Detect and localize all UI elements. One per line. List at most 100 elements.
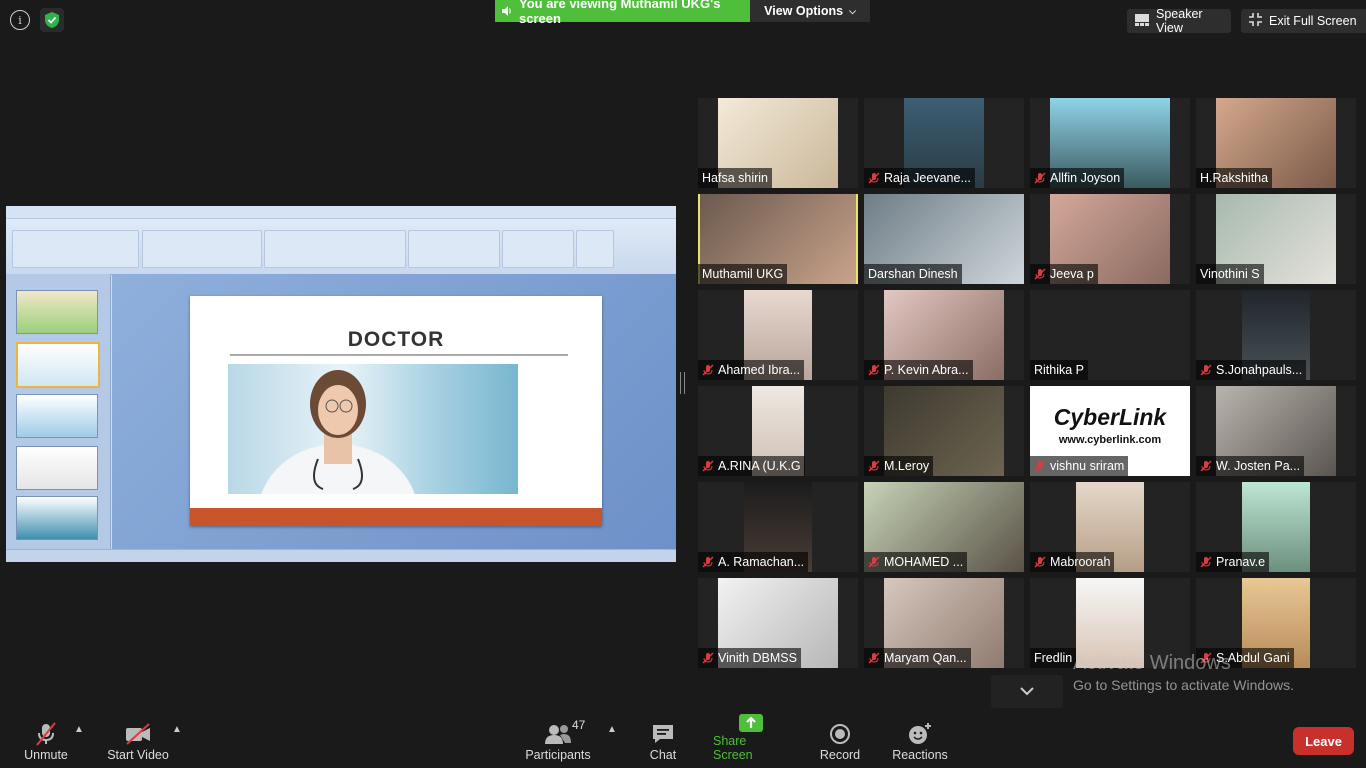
participant-name-tag: S.Jonahpauls... xyxy=(1196,360,1307,380)
participant-tile[interactable]: P. Kevin Abra... xyxy=(864,290,1024,380)
participant-name-tag: Ahamed Ibra... xyxy=(698,360,804,380)
activate-windows-subtitle: Go to Settings to activate Windows. xyxy=(1073,677,1294,693)
participant-name-tag: P. Kevin Abra... xyxy=(864,360,973,380)
participant-name: Raja Jeevane... xyxy=(884,171,971,185)
encryption-shield-icon[interactable] xyxy=(40,8,64,32)
meeting-info-icon[interactable]: i xyxy=(10,10,30,30)
participant-name-tag: M.Leroy xyxy=(864,456,934,476)
participant-name-tag: vishnu sriram xyxy=(1030,456,1129,476)
participant-name: A.RINA (U.K.G xyxy=(718,459,801,473)
participant-tile[interactable]: Darshan Dinesh xyxy=(864,194,1024,284)
participant-tile[interactable]: Muthamil UKG xyxy=(698,194,858,284)
reactions-button[interactable]: Reactions xyxy=(890,712,950,768)
speaker-view-icon xyxy=(1135,13,1149,29)
participants-label: Participants xyxy=(525,748,591,762)
chat-bubble-icon xyxy=(651,720,675,748)
participant-name-tag: A.RINA (U.K.G xyxy=(698,456,805,476)
participant-tile[interactable]: A. Ramachan... xyxy=(698,482,858,572)
slide-thumbnail[interactable] xyxy=(16,394,98,438)
participant-name-tag: W. Josten Pa... xyxy=(1196,456,1305,476)
chat-label: Chat xyxy=(649,748,677,762)
microphone-muted-icon xyxy=(33,720,59,748)
participant-name: Allfin Joyson xyxy=(1050,171,1121,185)
activate-windows-title: Activate Windows xyxy=(1073,652,1231,674)
exit-full-screen-label: Exit Full Screen xyxy=(1269,14,1357,28)
participant-tile[interactable]: Hafsa shirin xyxy=(698,98,858,188)
participant-tile[interactable]: Raja Jeevane... xyxy=(864,98,1024,188)
participant-tile[interactable]: Vinith DBMSS xyxy=(698,578,858,668)
slide-thumbnail[interactable] xyxy=(16,446,98,490)
participant-tile[interactable]: CyberLink www.cyberlink.com vishnu sriram xyxy=(1030,386,1190,476)
participant-name: Rithika P xyxy=(1034,363,1085,377)
participant-tile[interactable]: A.RINA (U.K.G xyxy=(698,386,858,476)
participant-name: MOHAMED ... xyxy=(884,555,964,569)
participant-tile[interactable]: Allfin Joyson xyxy=(1030,98,1190,188)
participant-tile[interactable]: Pranav.e xyxy=(1196,482,1356,572)
participant-tile[interactable]: S.Jonahpauls... xyxy=(1196,290,1356,380)
video-options-caret[interactable]: ▲ xyxy=(172,724,182,735)
chevron-down-icon xyxy=(1019,683,1035,701)
participant-name-tag: Jeeva p xyxy=(1030,264,1098,284)
participant-tile[interactable]: Vinothini S xyxy=(1196,194,1356,284)
participant-name-tag: Muthamil UKG xyxy=(698,264,788,284)
participant-name-tag: MOHAMED ... xyxy=(864,552,968,572)
meeting-toolbar: Unmute ▲ Start Video ▲ 47 Participants ▲… xyxy=(0,712,1366,768)
muted-microphone-icon xyxy=(1034,460,1046,472)
participant-name-tag: Vinith DBMSS xyxy=(698,648,801,668)
participant-name: Vinothini S xyxy=(1200,267,1260,281)
chat-button[interactable]: Chat xyxy=(638,712,688,768)
speaker-view-button[interactable]: Speaker View xyxy=(1127,7,1231,35)
participant-name: Vinith DBMSS xyxy=(718,651,797,665)
leave-button[interactable]: Leave xyxy=(1293,727,1354,755)
muted-microphone-icon xyxy=(1200,364,1212,376)
participants-options-caret[interactable]: ▲ xyxy=(607,724,617,735)
muted-microphone-icon xyxy=(868,460,880,472)
participant-name: Ahamed Ibra... xyxy=(718,363,800,377)
current-slide: DOCTOR xyxy=(190,296,602,526)
participant-name: S.Jonahpauls... xyxy=(1216,363,1303,377)
share-screen-label: Share Screen xyxy=(713,734,753,762)
audio-options-caret[interactable]: ▲ xyxy=(74,724,84,735)
start-video-button[interactable]: Start Video xyxy=(104,712,172,768)
participant-name: Darshan Dinesh xyxy=(868,267,958,281)
panel-splitter[interactable] xyxy=(680,372,685,394)
muted-microphone-icon xyxy=(1200,556,1212,568)
slide-thumbnail[interactable] xyxy=(16,290,98,334)
slide-thumbnail[interactable] xyxy=(16,496,98,540)
muted-microphone-icon xyxy=(702,652,714,664)
muted-microphone-icon xyxy=(868,364,880,376)
record-button[interactable]: Record xyxy=(814,712,866,768)
participant-name: Fredlin xyxy=(1034,651,1073,665)
app-ribbon xyxy=(6,206,676,275)
participant-tile[interactable]: Jeeva p xyxy=(1030,194,1190,284)
doctor-photo xyxy=(228,364,518,494)
participant-tile[interactable]: Rithika P xyxy=(1030,290,1190,380)
participant-name: vishnu sriram xyxy=(1050,459,1125,473)
participant-name-tag: Mabroorah xyxy=(1030,552,1115,572)
participant-name-tag: Maryam Qan... xyxy=(864,648,971,668)
leave-label: Leave xyxy=(1305,733,1342,749)
participant-tile[interactable]: H.Rakshitha xyxy=(1196,98,1356,188)
participant-name: Pranav.e xyxy=(1216,555,1266,569)
speaker-view-label: Speaker View xyxy=(1156,7,1203,35)
participant-name-tag: Hafsa shirin xyxy=(698,168,772,188)
share-screen-icon xyxy=(738,712,764,734)
gallery-next-page-button[interactable] xyxy=(991,675,1063,708)
unmute-button[interactable]: Unmute xyxy=(18,712,74,768)
share-screen-button[interactable]: Share Screen xyxy=(713,712,789,768)
chevron-down-icon: ⌵ xyxy=(849,5,856,16)
slide-thumbnail[interactable] xyxy=(16,342,100,388)
participant-name: Hafsa shirin xyxy=(702,171,768,185)
participant-tile[interactable]: Mabroorah xyxy=(1030,482,1190,572)
participant-tile[interactable]: Ahamed Ibra... xyxy=(698,290,858,380)
participant-name: P. Kevin Abra... xyxy=(884,363,969,377)
view-options-button[interactable]: View Options ⌵ xyxy=(750,0,870,22)
participant-tile[interactable]: M.Leroy xyxy=(864,386,1024,476)
slide-editor: DOCTOR xyxy=(112,274,676,550)
participant-tile[interactable]: Maryam Qan... xyxy=(864,578,1024,668)
participant-tile[interactable]: W. Josten Pa... xyxy=(1196,386,1356,476)
participant-tile[interactable]: MOHAMED ... xyxy=(864,482,1024,572)
exit-full-screen-button[interactable]: Exit Full Screen xyxy=(1241,9,1366,33)
participants-button[interactable]: 47 Participants xyxy=(524,712,592,768)
speaker-icon xyxy=(501,5,513,17)
